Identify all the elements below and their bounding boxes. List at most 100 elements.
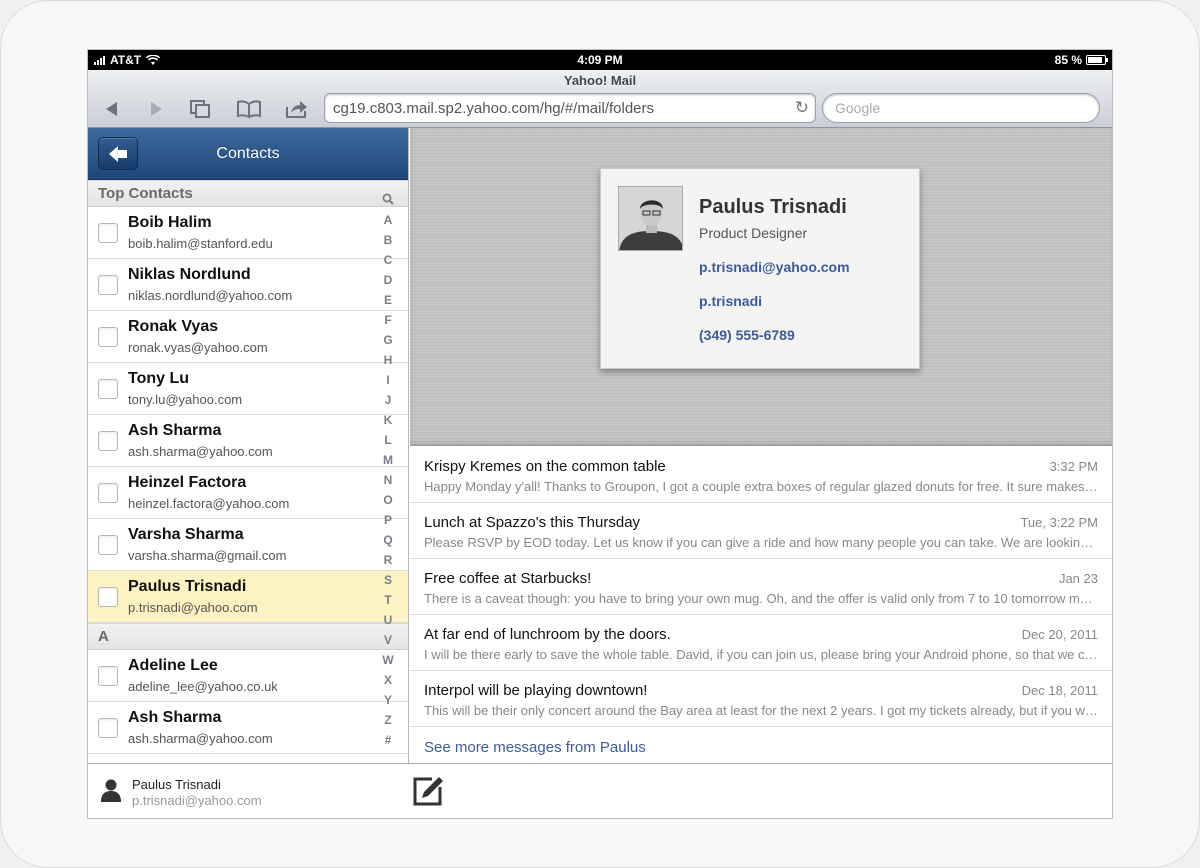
account-email: p.trisnadi@yahoo.com (132, 793, 262, 808)
contact-row[interactable]: Varsha Sharma varsha.sharma@gmail.com (88, 519, 408, 571)
index-letter[interactable]: I (386, 370, 389, 390)
index-letter[interactable]: T (384, 590, 391, 610)
index-letter[interactable]: X (384, 670, 392, 690)
contact-checkbox[interactable] (98, 535, 118, 555)
index-letter[interactable]: G (383, 330, 392, 350)
contact-row[interactable]: Adeline Lee adeline_lee@yahoo.co.uk (88, 650, 408, 702)
contact-email: varsha.sharma@gmail.com (128, 548, 287, 563)
bottom-toolbar: Paulus Trisnadi p.trisnadi@yahoo.com (88, 763, 1112, 818)
index-letter[interactable]: B (384, 230, 393, 250)
contact-row[interactable]: Ronak Vyas ronak.vyas@yahoo.com (88, 311, 408, 363)
contact-email: boib.halim@stanford.edu (128, 236, 273, 251)
index-letter[interactable]: # (385, 730, 392, 750)
index-letter[interactable]: Y (384, 690, 392, 710)
contact-checkbox[interactable] (98, 483, 118, 503)
index-letter[interactable]: D (384, 270, 393, 290)
contact-checkbox[interactable] (98, 379, 118, 399)
clock: 4:09 PM (577, 53, 623, 67)
bookmarks-button[interactable] (233, 97, 265, 121)
card-messenger-link[interactable]: p.trisnadi (699, 293, 762, 309)
search-icon[interactable] (382, 190, 394, 210)
contact-checkbox[interactable] (98, 223, 118, 243)
book-icon (237, 100, 261, 118)
contact-row[interactable]: Boib Halim boib.halim@stanford.edu (88, 207, 408, 259)
index-letter[interactable]: F (384, 310, 391, 330)
contact-row[interactable]: Heinzel Factora heinzel.factora@yahoo.co… (88, 467, 408, 519)
index-letter[interactable]: N (384, 470, 393, 490)
reload-icon[interactable]: ↻ (795, 98, 809, 118)
message-row[interactable]: Interpol will be playing downtown! Dec 1… (410, 671, 1112, 727)
card-email-link[interactable]: p.trisnadi@yahoo.com (699, 259, 850, 275)
message-subject: Free coffee at Starbucks! (424, 570, 592, 587)
contact-checkbox[interactable] (98, 666, 118, 686)
message-time: Jan 23 (1058, 571, 1098, 586)
index-letter[interactable]: O (383, 490, 392, 510)
contact-row[interactable]: Tony Lu tony.lu@yahoo.com (88, 363, 408, 415)
index-letter[interactable]: Z (384, 710, 391, 730)
index-letter[interactable]: Q (383, 530, 392, 550)
message-row[interactable]: At far end of lunchroom by the doors. De… (410, 615, 1112, 671)
index-letter[interactable]: R (384, 550, 393, 570)
index-letter[interactable]: K (384, 410, 393, 430)
index-letter[interactable]: P (384, 510, 392, 530)
index-letter[interactable]: A (384, 210, 393, 230)
message-time: Dec 20, 2011 (1021, 627, 1098, 642)
contact-name: Ronak Vyas (128, 318, 219, 335)
index-letter[interactable]: J (385, 390, 392, 410)
back-arrow-icon (106, 102, 117, 116)
message-subject: At far end of lunchroom by the doors. (424, 626, 671, 643)
contact-name: Varsha Sharma (128, 526, 244, 543)
card-phone-link[interactable]: (349) 555-6789 (699, 327, 795, 343)
contact-name: Tony Lu (128, 370, 190, 387)
contact-email: adeline_lee@yahoo.co.uk (128, 679, 278, 694)
contact-email: tony.lu@yahoo.com (128, 392, 243, 407)
index-letter[interactable]: W (382, 650, 393, 670)
compose-icon[interactable] (412, 775, 444, 807)
message-row[interactable]: Krispy Kremes on the common table 3:32 P… (410, 447, 1112, 503)
share-button[interactable] (280, 97, 312, 121)
section-header-a: A (88, 623, 408, 650)
message-subject: Krispy Kremes on the common table (424, 458, 666, 475)
message-row[interactable]: Free coffee at Starbucks! Jan 23 There i… (410, 559, 1112, 615)
index-letter[interactable]: H (384, 350, 393, 370)
contact-name: Boib Halim (128, 214, 212, 231)
contact-checkbox[interactable] (98, 718, 118, 738)
alphabet-index[interactable]: A B C D E F G H I J K L M N O P Q R S T U V W X Y Z # (378, 190, 398, 750)
message-time: 3:32 PM (1049, 459, 1098, 474)
section-header-top-contacts: Top Contacts (88, 180, 408, 207)
index-letter[interactable]: M (383, 450, 393, 470)
contact-checkbox[interactable] (98, 587, 118, 607)
back-button[interactable] (96, 97, 128, 121)
contact-row[interactable]: Niklas Nordlund niklas.nordlund@yahoo.co… (88, 259, 408, 311)
battery-percent: 85 % (1054, 53, 1082, 67)
message-preview: There is a caveat though: you have to br… (424, 591, 1098, 606)
contact-name: Heinzel Factora (128, 474, 247, 491)
contact-checkbox[interactable] (98, 327, 118, 347)
see-more-messages-link[interactable]: See more messages from Paulus (424, 739, 646, 756)
index-letter[interactable]: V (384, 630, 392, 650)
forward-arrow-icon (151, 102, 162, 116)
index-letter[interactable]: L (384, 430, 391, 450)
card-backdrop: Paulus Trisnadi Product Designer p.trisn… (410, 128, 1112, 446)
search-input[interactable] (822, 93, 1100, 123)
message-row[interactable]: Lunch at Spazzo's this Thursday Tue, 3:2… (410, 503, 1112, 559)
contact-name: Ash Sharma (128, 709, 222, 726)
index-letter[interactable]: U (384, 610, 393, 630)
contact-checkbox[interactable] (98, 431, 118, 451)
contact-row-selected[interactable]: Paulus Trisnadi p.trisnadi@yahoo.com (88, 571, 408, 623)
contact-email: ash.sharma@yahoo.com (128, 444, 273, 459)
message-list: Krispy Kremes on the common table 3:32 P… (410, 447, 1112, 756)
index-letter[interactable]: E (384, 290, 392, 310)
address-bar[interactable]: cg19.c803.mail.sp2.yahoo.com/hg/#/mail/f… (324, 93, 816, 123)
contact-row[interactable]: Ash Sharma ash.sharma@yahoo.com (88, 415, 408, 467)
tabs-button[interactable] (184, 97, 216, 121)
forward-button[interactable] (140, 97, 172, 121)
index-letter[interactable]: S (384, 570, 392, 590)
contact-email: niklas.nordlund@yahoo.com (128, 288, 293, 303)
contact-card: Paulus Trisnadi Product Designer p.trisn… (600, 168, 920, 369)
message-time: Tue, 3:22 PM (1020, 515, 1098, 530)
contact-row[interactable]: Ash Sharma ash.sharma@yahoo.com (88, 702, 408, 754)
contact-checkbox[interactable] (98, 275, 118, 295)
contacts-pane: Contacts Top Contacts Boib Halim boib.ha… (88, 128, 409, 763)
index-letter[interactable]: C (384, 250, 393, 270)
